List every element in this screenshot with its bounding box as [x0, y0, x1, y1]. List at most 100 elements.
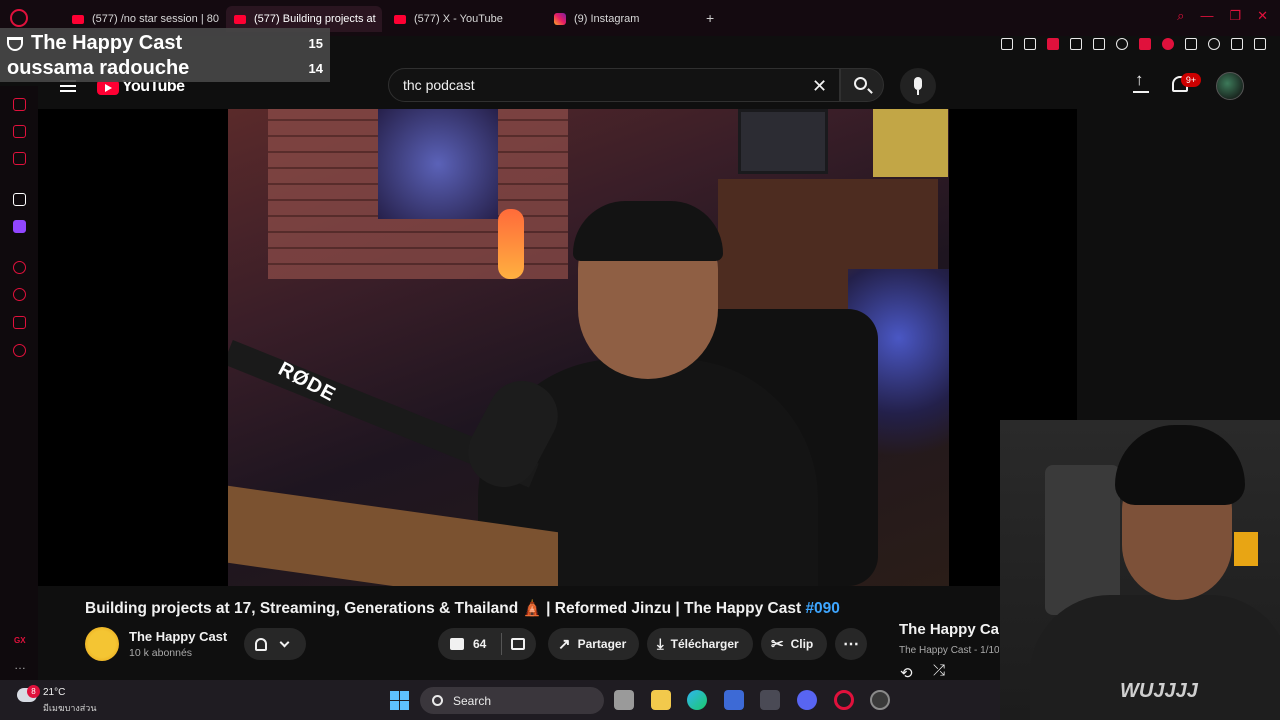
video-title: Building projects at 17, Streaming, Gene…: [85, 599, 840, 618]
more-actions-button[interactable]: ⋯: [835, 628, 867, 660]
webcam-chair: [1045, 465, 1120, 615]
subscription-notifications-button[interactable]: [244, 628, 306, 660]
opera-gx-icon[interactable]: [834, 690, 854, 710]
video-tv: [738, 109, 828, 174]
like-thumb-icon[interactable]: [450, 638, 464, 650]
leaderboard-overlay: The Happy Cast 15 oussama radouche 14: [0, 28, 330, 82]
opera-sidebar: GX …: [0, 86, 38, 686]
pin-icon[interactable]: [1001, 38, 1013, 50]
video-frame[interactable]: RØDE: [228, 109, 949, 586]
search-button[interactable]: [840, 68, 884, 102]
tab-label: (9) Instagram: [574, 13, 640, 25]
like-count[interactable]: 64: [473, 637, 486, 651]
download-icon[interactable]: [1231, 38, 1243, 50]
instagram-favicon-icon: [554, 13, 566, 25]
webcam-hair: [1115, 425, 1245, 505]
settings-gear-icon[interactable]: [13, 344, 26, 357]
search-tabs-icon[interactable]: ⌕: [1177, 8, 1184, 24]
youtube-favicon-icon: [394, 14, 406, 24]
snapshot-icon[interactable]: [1024, 38, 1036, 50]
share-button[interactable]: ↗ Partager: [548, 628, 639, 660]
leaderboard-score: 14: [308, 61, 323, 76]
account-avatar[interactable]: [1216, 72, 1244, 100]
extensions-puzzle-icon[interactable]: [1185, 38, 1197, 50]
notification-count-badge: 9+: [1181, 73, 1201, 87]
tab-x-youtube[interactable]: (577) X - YouTube: [386, 6, 536, 32]
playlist-title[interactable]: The Happy Cast: [899, 621, 999, 638]
new-tab-button[interactable]: +: [706, 10, 714, 26]
chevron-down-icon: [279, 637, 290, 647]
like-divider: [501, 633, 503, 655]
webcam-badge: [1234, 532, 1258, 566]
leaderboard-name: oussama radouche: [7, 57, 190, 79]
aria-icon[interactable]: [13, 193, 26, 206]
unity-icon[interactable]: [760, 690, 780, 710]
playlist-subtitle: The Happy Cast - 1/10: [899, 645, 999, 656]
weather-badge: 8: [27, 685, 40, 698]
gx-control-icon[interactable]: [13, 98, 26, 111]
tab-instagram[interactable]: (9) Instagram: [546, 6, 696, 32]
obs-icon[interactable]: [870, 690, 890, 710]
webcam-overlay: WUJJJJ: [1000, 420, 1280, 720]
clear-search-icon[interactable]: ✕: [812, 76, 827, 97]
leaderboard-row: The Happy Cast 15: [7, 32, 323, 55]
youtube-favicon-icon: [72, 14, 84, 24]
extension-shield-icon[interactable]: [1139, 38, 1151, 50]
search-icon: [432, 695, 443, 706]
tab-label: (577) Building projects at: [254, 13, 376, 25]
weather-description[interactable]: มีเมฆบางส่วน: [43, 701, 96, 715]
translate-icon[interactable]: [1070, 38, 1082, 50]
play-icon[interactable]: [1093, 38, 1105, 50]
shield-icon[interactable]: [1047, 38, 1059, 50]
video-hashtag[interactable]: #090: [805, 600, 839, 617]
taskbar-search[interactable]: Search: [420, 687, 604, 714]
video-person-hair: [573, 201, 723, 261]
bell-icon: [255, 637, 267, 651]
download-arrow-icon: ⤓: [657, 635, 664, 653]
file-explorer-icon[interactable]: [651, 690, 671, 710]
search-input[interactable]: thc podcast: [388, 68, 840, 102]
edge-icon[interactable]: [687, 690, 707, 710]
like-dislike-group: 64: [438, 628, 536, 660]
dislike-thumb-icon[interactable]: [511, 638, 526, 650]
player-icon[interactable]: [13, 261, 26, 274]
download-label: Télécharger: [670, 637, 739, 651]
windows-start-icon[interactable]: [390, 691, 409, 710]
share-arrow-icon: ↗: [558, 636, 571, 653]
microsoft-store-icon[interactable]: [724, 690, 744, 710]
gx-store-icon[interactable]: [13, 152, 26, 165]
heart-icon[interactable]: [1116, 38, 1128, 50]
clip-label: Clip: [790, 637, 814, 651]
upload-icon[interactable]: [1133, 70, 1149, 93]
extension-fox-icon[interactable]: [1162, 38, 1174, 50]
clip-button[interactable]: ✂ Clip: [761, 628, 827, 660]
gx-corner-icon[interactable]: [13, 125, 26, 138]
weather-temperature[interactable]: 21°C: [43, 687, 65, 698]
maximize-icon[interactable]: ❐: [1229, 8, 1241, 24]
minimize-icon[interactable]: —: [1200, 8, 1213, 24]
channel-avatar[interactable]: [85, 627, 119, 661]
task-view-icon[interactable]: [614, 690, 634, 710]
tab-label: (577) X - YouTube: [414, 13, 503, 25]
voice-search-button[interactable]: [900, 68, 936, 104]
twitch-icon[interactable]: [13, 220, 26, 233]
taskbar-search-label: Search: [453, 693, 492, 708]
leaderboard-name: The Happy Cast: [31, 32, 183, 54]
youtube-favicon-icon: [234, 14, 246, 24]
video-rode-text: RØDE: [274, 357, 340, 407]
easy-setup-icon[interactable]: [1254, 38, 1266, 50]
tab-label: (577) /no star session | 80: [92, 13, 219, 25]
search-icon: [854, 77, 867, 90]
gx-logo-icon: GX: [14, 636, 26, 645]
close-icon[interactable]: ✕: [1257, 8, 1268, 24]
shuffle-icon[interactable]: ⤮: [933, 662, 945, 679]
webcam-shirt-text: WUJJJJ: [1120, 680, 1198, 702]
extensions-icon[interactable]: [13, 316, 26, 329]
discord-icon[interactable]: [797, 690, 817, 710]
sidebar-more-icon[interactable]: …: [14, 658, 26, 672]
opera-logo-icon[interactable]: [10, 9, 28, 27]
profile-icon[interactable]: [1208, 38, 1220, 50]
channel-name[interactable]: The Happy Cast: [129, 629, 227, 644]
history-icon[interactable]: [13, 288, 26, 301]
download-button[interactable]: ⤓ Télécharger: [647, 628, 753, 660]
